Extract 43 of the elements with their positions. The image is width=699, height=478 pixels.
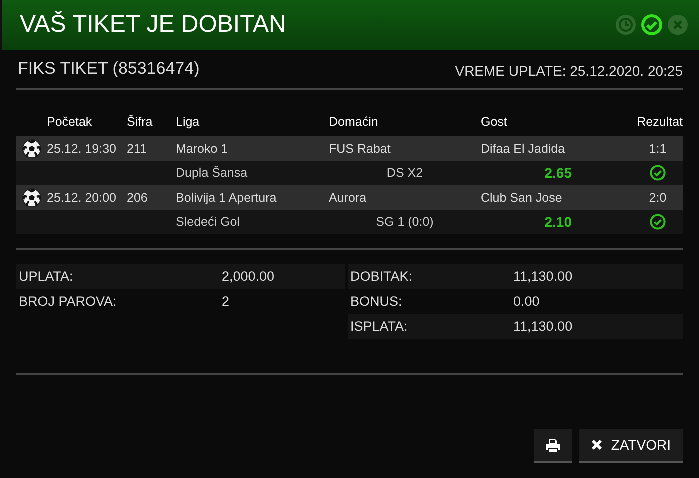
summary-label: BONUS: xyxy=(350,294,404,309)
print-button[interactable] xyxy=(534,429,572,463)
summary-value: 2 xyxy=(222,294,231,309)
column-header: Rezultat xyxy=(637,115,683,129)
summary-label: DOBITAK: xyxy=(350,269,414,284)
window-title: VAŠ TIKET JE DOBITAN xyxy=(20,11,288,39)
column-header: Liga xyxy=(176,115,201,129)
column-header: Šifra xyxy=(127,115,154,129)
league-name: Maroko 1 xyxy=(176,142,230,156)
summary-value: 11,130.00 xyxy=(514,319,574,334)
home-team: FUS Rabat xyxy=(329,142,392,156)
summary-value: 11,130.00 xyxy=(514,269,574,284)
summary-value: 0.00 xyxy=(514,294,541,309)
summary-label: UPLATA: xyxy=(19,269,74,284)
away-team: Club San Jose xyxy=(481,190,564,204)
column-header: Gost xyxy=(481,115,508,129)
home-team: Aurora xyxy=(329,190,368,204)
close-icon xyxy=(591,439,604,451)
ticket-name: FIKS TIKET (85316474) xyxy=(18,59,200,79)
odds-value: 2.10 xyxy=(544,214,572,230)
bet-pick: DS X2 xyxy=(386,166,424,180)
match-result: 1:1 xyxy=(649,142,667,156)
bet-pick: SG 1 (0:0) xyxy=(376,215,434,229)
match-code: 211 xyxy=(127,142,148,156)
printer-icon xyxy=(546,438,560,452)
match-code: 206 xyxy=(127,190,149,204)
bet-type: Sledeći Gol xyxy=(176,215,241,229)
bet-type: Dupla Šansa xyxy=(176,166,249,180)
away-team: Difaa El Jadida xyxy=(481,142,566,156)
payment-time: VREME UPLATE: 25.12.2020. 20:25 xyxy=(455,62,683,78)
league-name: Bolivija 1 Apertura xyxy=(176,190,278,204)
match-result: 2:0 xyxy=(649,190,667,204)
match-start: 25.12. 20:00 xyxy=(47,190,118,204)
odds-value: 2.65 xyxy=(544,165,572,181)
summary-label: ISPLATA: xyxy=(350,319,409,334)
match-start: 25.12. 19:30 xyxy=(47,142,118,156)
close-button[interactable]: ZATVORI xyxy=(579,429,683,463)
column-header: Početak xyxy=(47,115,94,129)
summary-value: 2,000.00 xyxy=(222,269,276,284)
soccer-ball-icon xyxy=(22,138,42,158)
soccer-ball-icon xyxy=(22,188,42,208)
column-header: Domaćin xyxy=(329,115,380,129)
summary-label: BROJ PAROVA: xyxy=(19,294,118,309)
